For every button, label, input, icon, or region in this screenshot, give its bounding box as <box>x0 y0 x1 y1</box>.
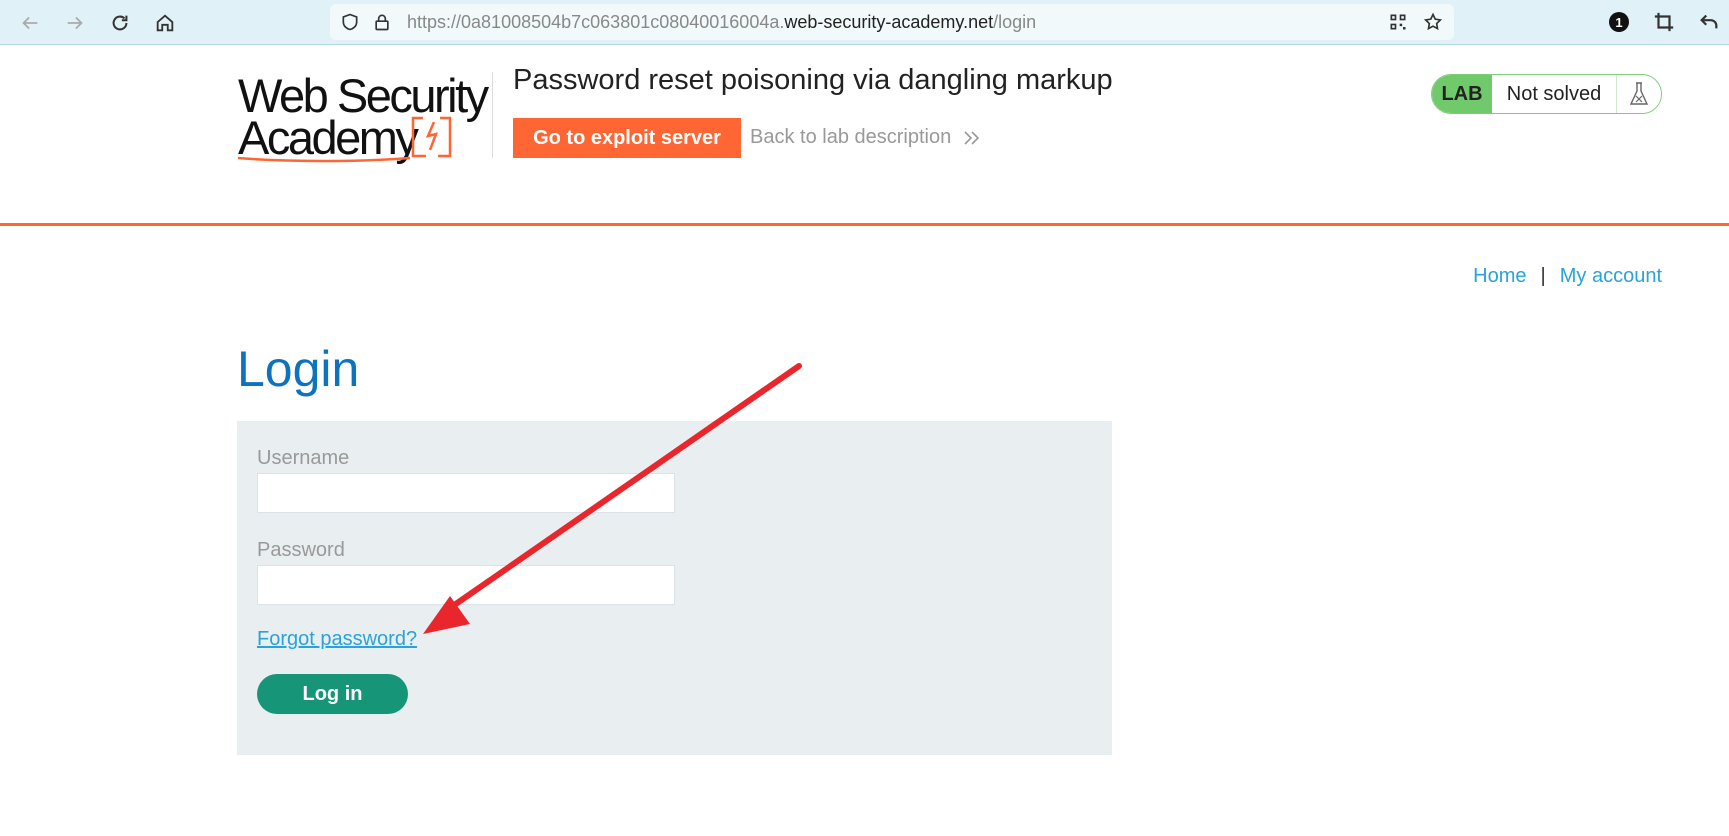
back-arrow-icon[interactable] <box>15 8 45 38</box>
lock-icon[interactable] <box>372 12 392 32</box>
login-form: Username Password Forgot password? Log i… <box>237 421 1112 755</box>
log-in-button[interactable]: Log in <box>257 674 408 714</box>
username-label: Username <box>257 447 350 469</box>
back-to-lab-link[interactable]: Back to lab description <box>750 126 981 149</box>
flask-icon <box>1617 75 1661 113</box>
double-chevron-right-icon <box>964 131 979 145</box>
header-divider <box>492 72 493 158</box>
password-input[interactable] <box>257 565 675 605</box>
address-bar[interactable]: https://0a81008504b7c063801c08040016004a… <box>330 4 1454 40</box>
top-nav: Home | My account <box>1473 265 1662 288</box>
lab-status-text: Not solved <box>1492 75 1617 113</box>
lab-title: Password reset poisoning via dangling ma… <box>513 64 1113 96</box>
shield-icon[interactable] <box>340 12 360 32</box>
logo-lightning-icon <box>238 116 452 163</box>
crop-icon[interactable] <box>1650 8 1678 36</box>
home-icon[interactable] <box>150 8 180 38</box>
header-separator <box>0 223 1729 226</box>
exploit-server-button[interactable]: Go to exploit server <box>513 118 741 158</box>
web-security-academy-logo[interactable]: Web Security Academy <box>238 70 489 165</box>
qr-code-icon[interactable] <box>1388 12 1408 32</box>
extension-icon[interactable]: 1 <box>1605 8 1633 36</box>
nav-separator: | <box>1540 265 1546 287</box>
reload-icon[interactable] <box>105 8 135 38</box>
home-link[interactable]: Home <box>1473 265 1526 287</box>
bookmark-star-icon[interactable] <box>1423 12 1443 32</box>
undo-icon[interactable] <box>1695 8 1723 36</box>
forgot-password-link[interactable]: Forgot password? <box>257 628 417 651</box>
forward-arrow-icon[interactable] <box>60 8 90 38</box>
url-text[interactable]: https://0a81008504b7c063801c08040016004a… <box>407 12 1036 33</box>
lab-label: LAB <box>1432 75 1492 113</box>
page-title: Login <box>237 341 360 397</box>
my-account-link[interactable]: My account <box>1560 265 1662 287</box>
username-input[interactable] <box>257 473 675 513</box>
lab-status-widget: LAB Not solved <box>1431 74 1662 114</box>
password-label: Password <box>257 539 345 561</box>
browser-toolbar: https://0a81008504b7c063801c08040016004a… <box>0 0 1729 45</box>
